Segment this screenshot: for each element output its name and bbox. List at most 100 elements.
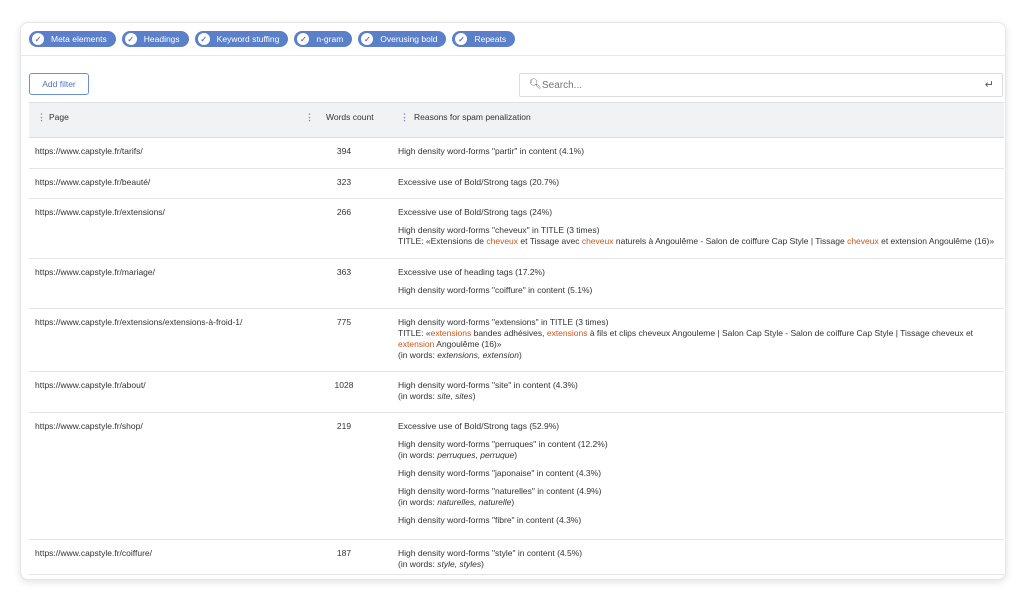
check-icon: ✓	[455, 33, 468, 45]
words-count: 775	[336, 317, 352, 327]
reason-line: (in words: style, styles)	[398, 559, 1002, 570]
divider	[21, 55, 1005, 56]
check-icon: ✓	[124, 33, 137, 45]
table-row[interactable]: https://www.capstyle.fr/beauté/323 Excess…	[29, 169, 1004, 199]
reason-text: High density word-forms "japonaise" in c…	[398, 468, 602, 478]
reasons-cell: Excessive use of Bold/Strong tags (20.7%…	[398, 177, 1002, 188]
column-header-page[interactable]: Page	[49, 112, 69, 122]
reason-line: (in words: site, sites)	[398, 391, 1002, 402]
search-box: 🔍︎ ↵	[519, 73, 1003, 97]
reason-line: High density word-forms "style" in conte…	[398, 548, 1002, 559]
reasons-cell: High density word-forms "partir" in cont…	[398, 146, 1002, 157]
reason-line: High density word-forms "fibre" in conte…	[398, 515, 1002, 526]
reason-item: Excessive use of heading tags (17.2%)	[398, 267, 1002, 278]
spam-table: ⋮ Page ⋮ Words count ⋮ Reasons for spam …	[29, 102, 1004, 575]
reason-text: TITLE: «	[398, 328, 431, 338]
filter-chip-overusing-bold[interactable]: ✓ Overusing bold	[358, 31, 447, 47]
column-header-reasons[interactable]: Reasons for spam penalization	[414, 112, 531, 122]
table-row[interactable]: https://www.capstyle.fr/extensions/exten…	[29, 309, 1004, 372]
reason-line: Excessive use of Bold/Strong tags (20.7%…	[398, 177, 1002, 188]
reason-line: High density word-forms "coiffure" in co…	[398, 285, 1002, 296]
page-url: https://www.capstyle.fr/mariage/	[35, 267, 155, 277]
reason-line: Excessive use of heading tags (17.2%)	[398, 267, 1002, 278]
reason-line: High density word-forms "japonaise" in c…	[398, 468, 1002, 479]
reason-text: (in words:	[398, 391, 438, 401]
reason-item: High density word-forms "partir" in cont…	[398, 146, 1002, 157]
reason-item: Excessive use of Bold/Strong tags (24%)	[398, 207, 1002, 218]
reason-line: TITLE: « extensions bandes adhésives, ext…	[398, 328, 1002, 350]
words-count: 1028	[334, 380, 354, 390]
reason-text: extensions, extension	[437, 350, 519, 360]
reason-text: High density word-forms "partir" in cont…	[398, 146, 585, 156]
table-body: https://www.capstyle.fr/tarifs/394 High d…	[29, 138, 1004, 575]
filter-chip-keyword-stuffing[interactable]: ✓ Keyword stuffing	[194, 31, 289, 47]
page-url: https://www.capstyle.fr/tarifs/	[35, 146, 143, 156]
reason-item: High density word-forms "site" in conten…	[398, 380, 1002, 402]
reason-line: (in words: perruques, perruque)	[398, 450, 1002, 461]
reason-line: Excessive use of Bold/Strong tags (24%)	[398, 207, 1002, 218]
filter-chip-headings[interactable]: ✓ Headings	[121, 31, 189, 47]
table-row[interactable]: https://www.capstyle.fr/extensions/266 Ex…	[29, 199, 1004, 259]
reason-text: (in words:	[398, 350, 438, 360]
enter-icon[interactable]: ↵	[985, 78, 994, 91]
column-menu-icon[interactable]: ⋮	[400, 112, 409, 123]
reason-line: High density word-forms "naturelles" in …	[398, 486, 1002, 497]
reason-text: )	[518, 350, 522, 360]
filter-chip-bar: ✓ Meta elements ✓ Headings ✓ Keyword stuffi…	[29, 31, 516, 47]
table-header: ⋮ Page ⋮ Words count ⋮ Reasons for spam …	[29, 102, 1004, 138]
reason-line: (in words: extensions, extension)	[398, 350, 1002, 361]
table-row[interactable]: https://www.capstyle.fr/shop/219 Excessiv…	[29, 413, 1004, 540]
reason-text: (in words:	[398, 559, 438, 569]
reason-text: naturels à Angoulême - Salon de coiffure…	[613, 236, 848, 246]
table-row[interactable]: https://www.capstyle.fr/tarifs/394 High d…	[29, 138, 1004, 169]
reason-text: bandes adhésives,	[471, 328, 547, 338]
reasons-cell: High density word-forms "extensions" in …	[398, 317, 1002, 361]
reason-line: Excessive use of Bold/Strong tags (52.9%…	[398, 421, 1002, 432]
reason-text: (in words:	[398, 450, 438, 460]
words-count: 394	[336, 146, 352, 156]
highlighted-keyword: extensions	[546, 328, 588, 338]
filter-chip-repeats[interactable]: ✓ Repeats	[452, 31, 516, 47]
reason-text: Excessive use of heading tags (17.2%)	[398, 267, 545, 277]
reasons-cell: High density word-forms "style" in conte…	[398, 548, 1002, 570]
reason-item: High density word-forms "extensions" in …	[398, 317, 1002, 361]
reason-text: High density word-forms "style" in conte…	[398, 548, 583, 558]
reason-item: High density word-forms "fibre" in conte…	[398, 515, 1002, 526]
search-icon: 🔍︎	[529, 79, 542, 90]
reason-line: High density word-forms "site" in conten…	[398, 380, 1002, 391]
reason-line: High density word-forms "partir" in cont…	[398, 146, 1002, 157]
highlighted-keyword: extension	[398, 339, 435, 349]
check-icon: ✓	[32, 33, 44, 45]
column-menu-icon[interactable]: ⋮	[37, 112, 46, 123]
reason-text: High density word-forms "site" in conten…	[398, 380, 578, 390]
table-row[interactable]: https://www.capstyle.fr/about/1028 High d…	[29, 372, 1004, 413]
page-url: https://www.capstyle.fr/beauté/	[35, 177, 151, 187]
page-url: https://www.capstyle.fr/about/	[35, 380, 146, 390]
reason-text: High density word-forms "fibre" in conte…	[398, 515, 582, 525]
reason-text: et Tissage avec	[518, 236, 582, 246]
filter-chip-n-gram[interactable]: ✓ n-gram	[294, 31, 353, 47]
column-header-words-count[interactable]: Words count	[326, 112, 374, 122]
highlighted-keyword: cheveux	[581, 236, 614, 246]
words-count: 219	[336, 421, 352, 431]
reason-text: Excessive use of Bold/Strong tags (20.7%…	[398, 177, 560, 187]
page-url: https://www.capstyle.fr/shop/	[35, 421, 143, 431]
reason-text: )	[481, 559, 484, 569]
add-filter-button[interactable]: Add filter	[29, 73, 89, 95]
reason-text: Angoulême (16)»	[434, 339, 502, 349]
reason-text: )	[472, 391, 476, 401]
reason-item: High density word-forms "japonaise" in c…	[398, 468, 1002, 479]
reason-item: High density word-forms "cheveux" in TIT…	[398, 225, 1002, 247]
reason-text: High density word-forms "naturelles" in …	[398, 486, 602, 496]
column-menu-icon[interactable]: ⋮	[305, 112, 314, 123]
reason-text: High density word-forms "coiffure" in co…	[398, 285, 593, 295]
reason-text: perruques, perruque	[437, 450, 515, 460]
reasons-cell: High density word-forms "site" in conten…	[398, 380, 1002, 402]
filter-chip-label: Repeats	[474, 34, 507, 44]
reason-text: High density word-forms "perruques" in c…	[398, 439, 608, 449]
filter-chip-meta-elements[interactable]: ✓ Meta elements	[29, 31, 116, 47]
reason-line: TITLE: «Extensions de cheveux et Tissage…	[398, 236, 1002, 247]
table-row[interactable]: https://www.capstyle.fr/mariage/363 Exces…	[29, 259, 1004, 309]
search-input[interactable]	[542, 77, 942, 93]
table-row[interactable]: https://www.capstyle.fr/coiffure/187 High…	[29, 540, 1004, 575]
